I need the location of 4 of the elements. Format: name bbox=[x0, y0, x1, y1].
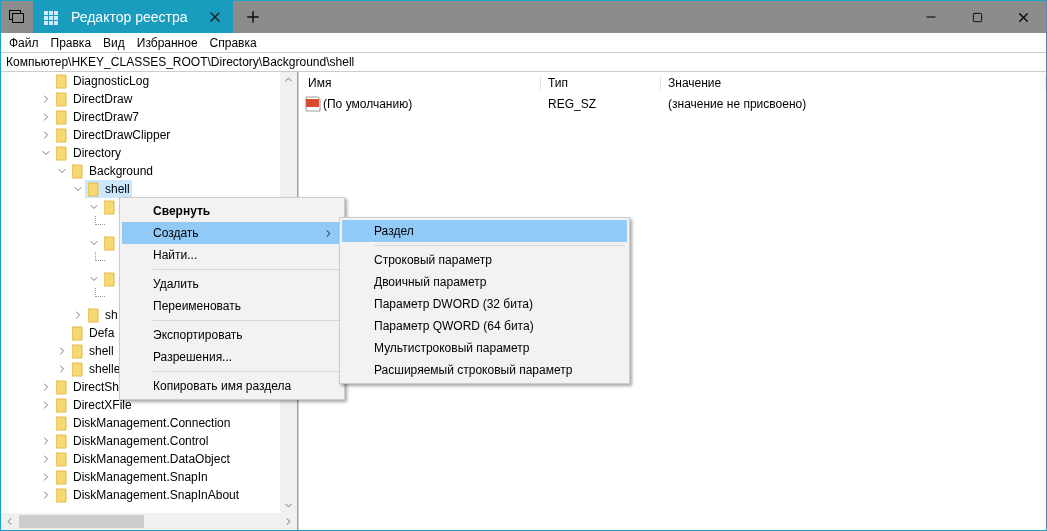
table-cell-text: (значение не присвоено) bbox=[667, 97, 808, 111]
window-title: Редактор реестра bbox=[71, 9, 189, 25]
table-cell: (По умолчанию) bbox=[323, 97, 413, 111]
table-cell-text: REG_SZ bbox=[547, 97, 597, 111]
